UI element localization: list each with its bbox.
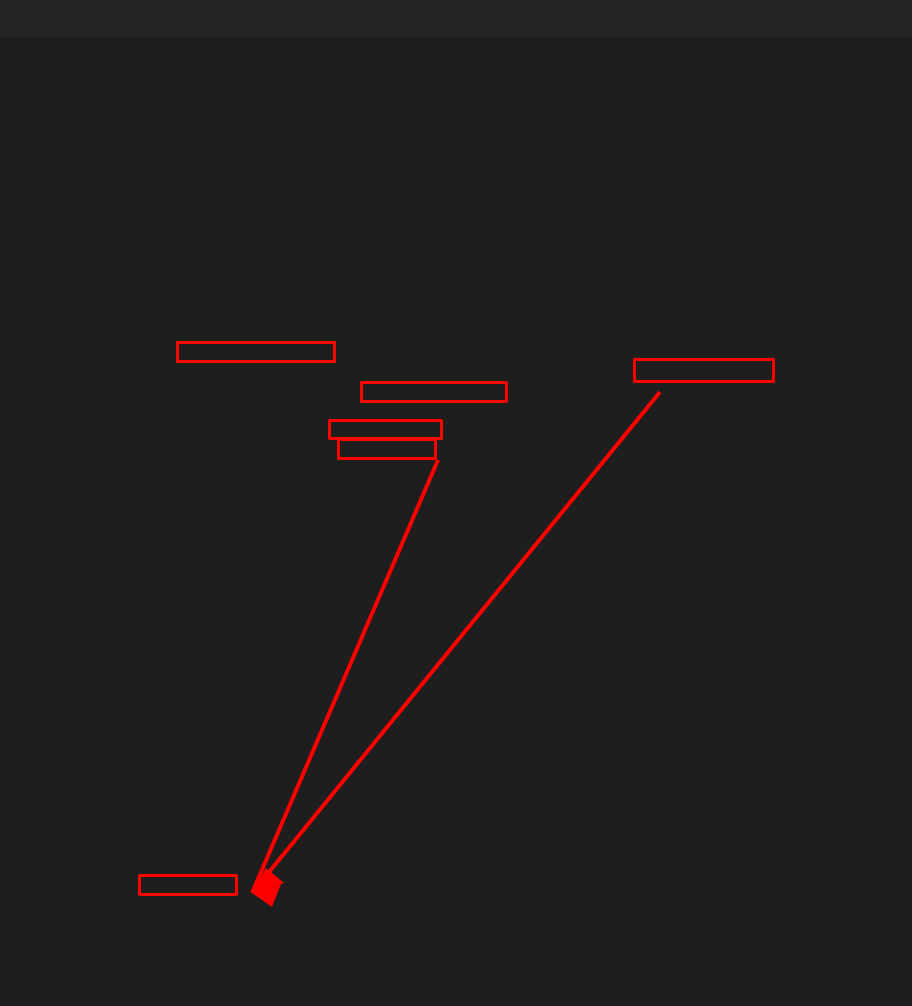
editor-tab-bar	[0, 0, 912, 37]
breadcrumb	[0, 37, 912, 62]
code-editor[interactable]	[0, 62, 912, 1006]
